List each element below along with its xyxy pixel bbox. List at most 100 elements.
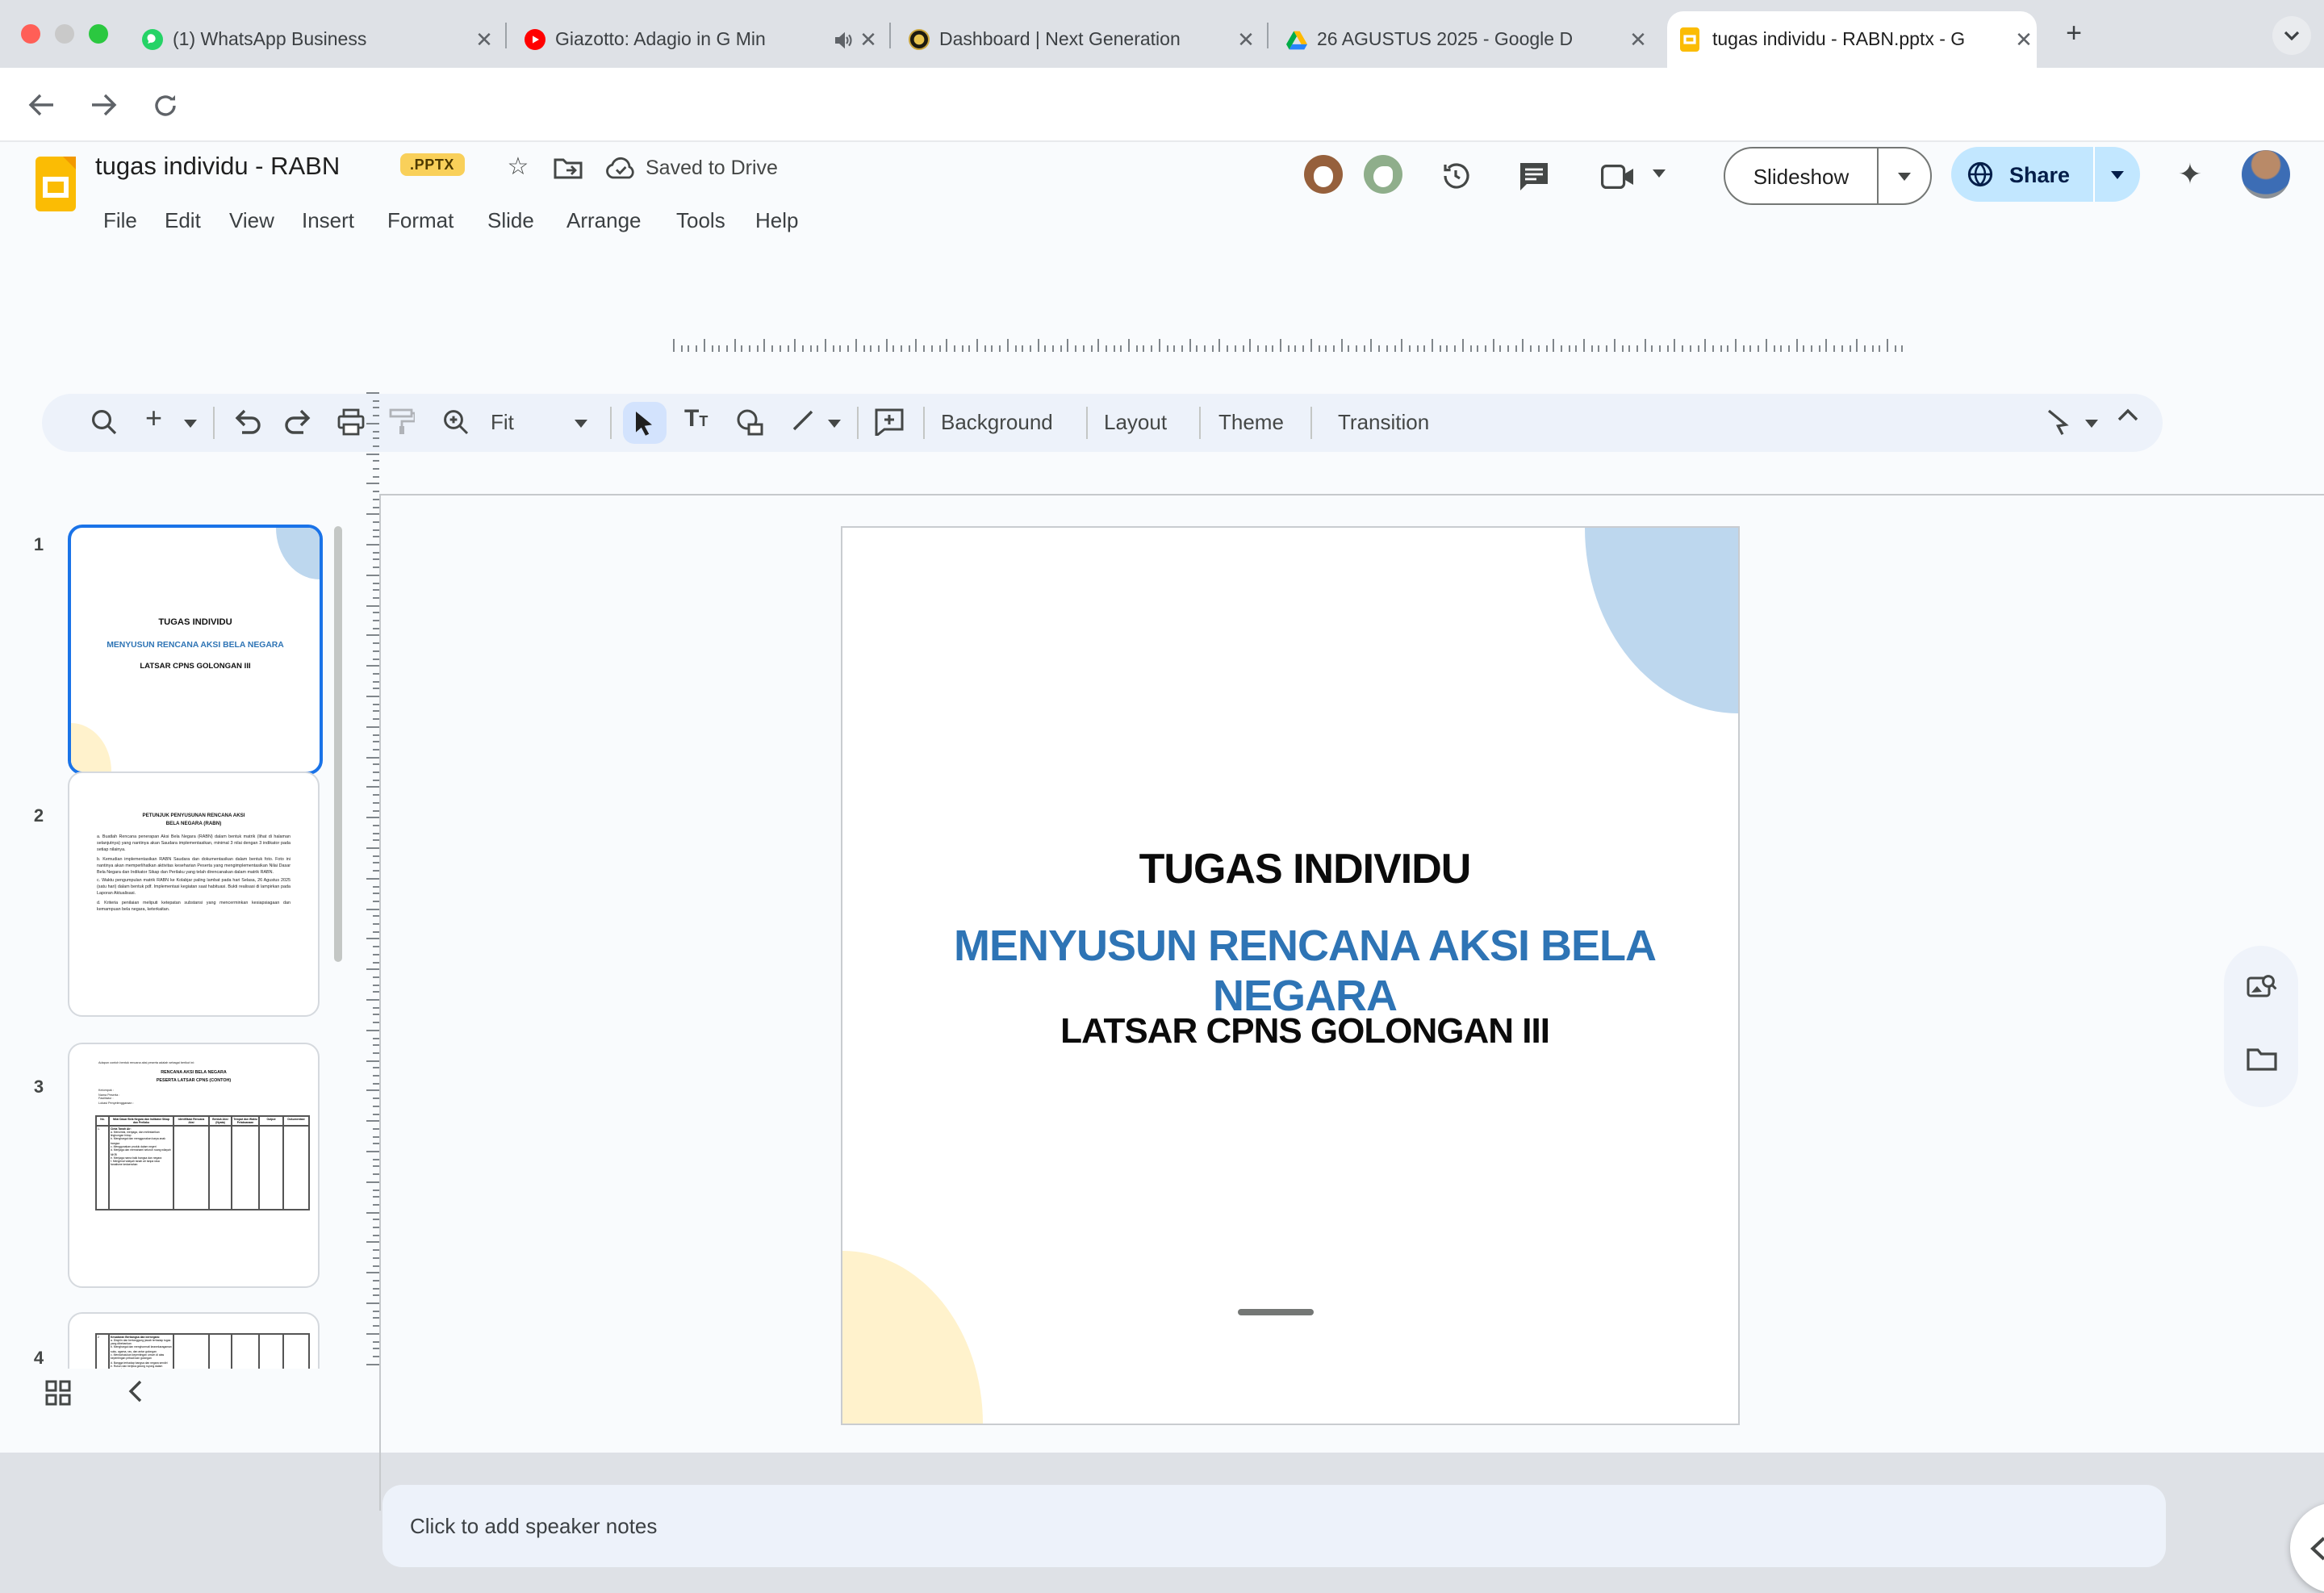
gemini-sparkle-icon[interactable]: ✦ — [2172, 155, 2208, 194]
background-button[interactable]: Background — [941, 410, 1053, 434]
collapse-filmstrip-chevron-icon[interactable] — [119, 1373, 148, 1409]
slide-number: 1 — [27, 536, 50, 555]
share-globe-icon — [1951, 161, 2009, 187]
saved-status-text: Saved to Drive — [646, 157, 778, 179]
menu-slide[interactable]: Slide — [476, 203, 545, 237]
tab-dashboard[interactable]: Dashboard | Next Generation ✕ — [897, 11, 1259, 68]
slide-canvas-page[interactable]: TUGAS INDIVIDU MENYUSUN RENCANA AKSI BEL… — [841, 526, 1740, 1425]
insert-comment-icon[interactable] — [875, 408, 904, 436]
paint-format-icon[interactable] — [389, 408, 415, 436]
grid-view-icon[interactable] — [42, 1377, 74, 1409]
tab-title: tugas individu - RABN.pptx - G — [1712, 30, 2011, 49]
close-icon[interactable]: ✕ — [471, 27, 497, 52]
tab-search-chevron[interactable] — [2272, 16, 2311, 55]
speaker-notes-box[interactable]: Click to add speaker notes — [382, 1485, 2166, 1567]
menu-file[interactable]: File — [92, 203, 148, 237]
slideshow-button[interactable]: Slideshow — [1724, 147, 1932, 205]
slideshow-label: Slideshow — [1725, 164, 1877, 188]
close-icon[interactable]: ✕ — [1233, 27, 1259, 52]
browser-navbar: docs.google.com/presentation/d/1jkn7Udsy… — [0, 68, 2324, 142]
window-close-button[interactable] — [21, 24, 40, 44]
close-icon[interactable]: ✕ — [2011, 27, 2037, 52]
tab-divider — [889, 23, 891, 48]
hide-menus-chevron-icon[interactable] — [2117, 408, 2138, 421]
comments-icon[interactable] — [1514, 157, 1553, 195]
horizontal-ruler-line — [379, 494, 2324, 495]
back-icon[interactable] — [19, 84, 61, 126]
camera-dropdown-caret[interactable] — [1653, 169, 1666, 178]
forward-icon[interactable] — [82, 84, 124, 126]
line-tool[interactable] — [791, 408, 815, 433]
tab-whatsapp[interactable]: (1) WhatsApp Business ✕ — [131, 11, 497, 68]
menu-help[interactable]: Help — [744, 203, 810, 237]
pen-pointer-caret[interactable] — [2085, 420, 2098, 428]
toolbar-divider — [923, 407, 925, 439]
layout-button[interactable]: Layout — [1104, 410, 1167, 434]
zoom-icon[interactable] — [442, 408, 470, 436]
menu-tools[interactable]: Tools — [665, 203, 737, 237]
star-document-icon[interactable]: ☆ — [502, 150, 534, 182]
menu-format[interactable]: Format — [376, 203, 465, 237]
show-side-panel-button[interactable] — [2290, 1503, 2324, 1593]
account-avatar[interactable] — [2242, 150, 2290, 199]
slide-thumbnail-1[interactable]: TUGAS INDIVIDU MENYUSUN RENCANA AKSI BEL… — [68, 525, 323, 775]
folder-icon[interactable] — [2245, 1043, 2277, 1075]
notes-resize-handle[interactable] — [1238, 1309, 1314, 1315]
thumb-paragraph: c. Waktu pengumpulan matrik RABN ke Kola… — [97, 879, 290, 898]
theme-button[interactable]: Theme — [1218, 410, 1284, 434]
reload-icon[interactable] — [144, 84, 186, 126]
horizontal-ruler — [673, 337, 1904, 352]
tab-title: (1) WhatsApp Business — [173, 30, 471, 49]
move-to-folder-icon[interactable] — [552, 153, 584, 182]
thumb-title: RENCANA AKSI BELA NEGARA — [69, 1070, 318, 1075]
slide-title-line1[interactable]: TUGAS INDIVIDU — [857, 844, 1753, 894]
tab-drive[interactable]: 26 AGUSTUS 2025 - Google D ✕ — [1275, 11, 1651, 68]
line-tool-caret[interactable] — [828, 420, 841, 428]
thumb-line1: TUGAS INDIVIDU — [71, 618, 320, 628]
slide-title-line2[interactable]: MENYUSUN RENCANA AKSI BELA NEGARA — [857, 922, 1753, 1022]
tab-slides-active[interactable]: tugas individu - RABN.pptx - G ✕ — [1667, 11, 2037, 68]
zoom-caret[interactable] — [575, 420, 587, 428]
tab-audio-icon[interactable] — [833, 30, 855, 49]
shape-tool[interactable] — [736, 408, 765, 436]
menu-arrange[interactable]: Arrange — [555, 203, 653, 237]
meet-camera-icon[interactable] — [1598, 157, 1636, 195]
thumb-line2: MENYUSUN RENCANA AKSI BELA NEGARA — [71, 641, 320, 650]
window-minimize-button[interactable] — [55, 24, 74, 44]
menu-view[interactable]: View — [218, 203, 286, 237]
slide-title-line3[interactable]: LATSAR CPNS GOLONGAN III — [857, 1010, 1753, 1052]
version-history-icon[interactable] — [1436, 157, 1475, 195]
anonymous-collaborator-avatar[interactable] — [1364, 155, 1402, 194]
thumb-paragraph: d. Kriteria penilaian meliputi ketepatan… — [97, 901, 290, 914]
menu-edit[interactable]: Edit — [153, 203, 212, 237]
new-tab-button[interactable]: + — [2056, 16, 2092, 52]
transition-button[interactable]: Transition — [1338, 410, 1429, 434]
close-icon[interactable]: ✕ — [855, 27, 881, 52]
share-dropdown-caret[interactable] — [2094, 170, 2140, 178]
select-tool-active[interactable] — [623, 402, 667, 444]
slide-thumbnail-2[interactable]: PETUNJUK PENYUSUNAN RENCANA AKSI BELA NE… — [68, 771, 320, 1017]
tab-youtube[interactable]: Giazotto: Adagio in G Min ✕ — [513, 11, 881, 68]
text-box-tool[interactable]: TT — [684, 405, 708, 434]
slideshow-dropdown-caret[interactable] — [1879, 172, 1930, 180]
slide-thumbnail-4[interactable]: 2 Kesadaran Berbangsa dan bernegara: a. … — [68, 1312, 320, 1369]
thumb-title2: BELA NEGARA (RABN) — [69, 820, 318, 826]
tab-divider — [1267, 23, 1269, 48]
filmstrip-canvas-divider — [379, 494, 381, 1511]
slides-logo[interactable] — [36, 157, 76, 211]
pen-pointer-icon[interactable] — [2046, 408, 2069, 436]
share-button[interactable]: Share — [1951, 147, 2140, 202]
anonymous-collaborator-avatar[interactable] — [1304, 155, 1343, 194]
filmstrip-scrollbar[interactable] — [334, 526, 342, 962]
image-search-icon[interactable] — [2245, 972, 2277, 1004]
side-panel-pill — [2224, 946, 2298, 1107]
window-zoom-button[interactable] — [89, 24, 108, 44]
zoom-select[interactable]: Fit — [491, 410, 514, 434]
toolbar-divider — [857, 407, 859, 439]
toolbar-divider — [610, 407, 612, 439]
document-title[interactable]: tugas individu - RABN — [95, 153, 340, 182]
close-icon[interactable]: ✕ — [1625, 27, 1651, 52]
share-label: Share — [2009, 162, 2070, 186]
menu-insert[interactable]: Insert — [290, 203, 366, 237]
slide-thumbnail-3[interactable]: Adapun contoh bentuk rencana aksi pesert… — [68, 1043, 320, 1288]
